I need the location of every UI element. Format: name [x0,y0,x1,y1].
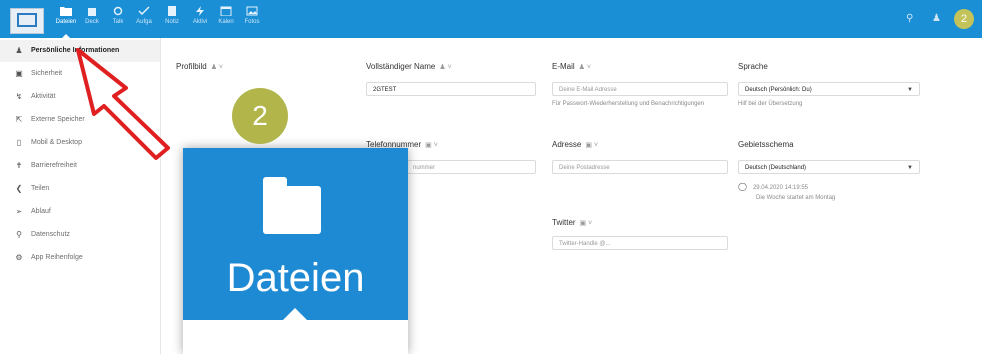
sidebar-item-label: Teilen [31,185,50,192]
app-kalender[interactable]: Kalen [212,6,240,36]
app-talk[interactable]: Talk [104,6,132,36]
nextcloud-logo[interactable] [10,8,44,34]
sidebar-item-label: App Reihenfolge [31,254,83,261]
external-storage-icon: ⇱ [15,115,23,124]
zoom-topbar: Dateien [183,148,408,320]
sidebar-item-label: Aktivität [31,93,56,100]
fullname-field[interactable]: 2GTEST [366,82,536,96]
week-start-hint: Die Woche startet am Montag [756,195,836,201]
language-value: Deutsch (Persönlich: Du) [745,87,812,93]
app-aufgaben[interactable]: Aufga [130,6,158,36]
app-fotos[interactable]: Fotos [238,6,266,36]
language-label: Sprache [738,62,768,71]
folder-icon [263,177,321,234]
visibility-icon[interactable]: ♟ ˅ [439,64,451,71]
email-hint: Für Passwort-Wiederherstellung und Benac… [552,101,705,107]
chevron-down-icon: ▼ [907,165,913,171]
deck-icon [88,8,96,16]
sidebar-item-label: Sicherheit [31,70,63,77]
sidebar-item-label: Ablauf [31,208,51,215]
locale-label: Gebietsschema [738,140,794,149]
app-label: Talk [112,19,124,25]
lock-icon[interactable]: ▣ ˅ [585,142,598,149]
translate-link[interactable]: Hilf bei der Übersetzung [738,100,802,109]
app-label: Dateien [55,19,77,25]
phone-placeholder: nummer [413,165,436,171]
language-select[interactable]: Deutsch (Persönlich: Du) ▼ [738,82,920,96]
app-dateien[interactable]: Dateien [52,6,80,38]
chevron-down-icon: ▼ [907,87,913,93]
sidebar-item-app-order[interactable]: ⚙ App Reihenfolge [0,247,160,269]
notes-icon [168,6,176,16]
sidebar-item-label: Datenschutz [31,231,70,238]
activity-icon [196,6,204,16]
app-notizen[interactable]: Notiz [158,6,186,36]
gear-icon: ⚙ [15,253,23,262]
zoom-callout: Dateien [183,148,408,354]
user-icon: ♟ [15,46,23,55]
activity-icon: ↯ [15,92,23,101]
locale-datetime: ◯ 29.04.2020 14:19:55 [738,182,809,191]
address-label: Adresse ▣ ˅ [552,140,599,149]
active-indicator [283,308,307,320]
top-bar: Dateien Deck Talk Aufga Notiz Aktivi Kal… [0,0,982,38]
search-icon[interactable]: ⚲ [906,14,916,24]
globe-icon: ◯ [738,182,747,191]
app-label: Notiz [165,19,179,25]
pointer-arrow-icon [76,48,170,160]
app-aktivitaet[interactable]: Aktivi [186,6,214,36]
twitter-field[interactable]: Twitter-Handle @... [552,236,728,250]
locale-select[interactable]: Deutsch (Deutschland) ▼ [738,160,920,174]
zoom-label: Dateien [226,256,365,300]
lock-icon: ▣ [15,69,23,78]
search-icon [113,6,123,16]
folder-icon [60,7,72,16]
app-label: Aktivi [192,19,208,25]
image-icon [246,6,258,16]
app-label: Deck [85,19,99,25]
app-deck[interactable]: Deck [78,6,106,36]
address-field[interactable]: Deine Postadresse [552,160,728,174]
contacts-icon[interactable]: ♟ [932,14,942,24]
email-field[interactable]: Deine E-Mail Adresse [552,82,728,96]
avatar[interactable]: 2 [954,9,974,29]
app-label: Fotos [244,19,260,25]
lock-icon[interactable]: ▣ ˅ [580,220,593,227]
app-label: Aufga [136,19,152,25]
twitter-label: Twitter ▣ ˅ [552,218,593,227]
accessibility-icon: ✝ [15,161,23,170]
visibility-icon[interactable]: ♟ ˅ [211,64,223,71]
checkmark-icon [138,6,150,16]
step-badge: 2 [232,88,288,144]
sidebar-item-sharing[interactable]: ❮ Teilen [0,178,160,200]
email-label: E-Mail ♟ ˅ [552,62,591,71]
fullname-label: Vollständiger Name ♟ ˅ [366,62,452,71]
mobile-icon: ▯ [16,138,22,147]
flow-icon: ➢ [15,207,23,216]
sidebar-item-privacy[interactable]: ⚲ Datenschutz [0,224,160,246]
lock-icon[interactable]: ▣ ˅ [425,142,438,149]
visibility-icon[interactable]: ♟ ˅ [579,64,591,71]
key-icon: ⚲ [16,230,22,239]
locale-value: Deutsch (Deutschland) [745,165,807,171]
sidebar-item-flow[interactable]: ➢ Ablauf [0,201,160,223]
share-icon: ❮ [15,184,23,193]
calendar-icon [220,6,232,16]
app-label: Kalen [218,19,234,25]
